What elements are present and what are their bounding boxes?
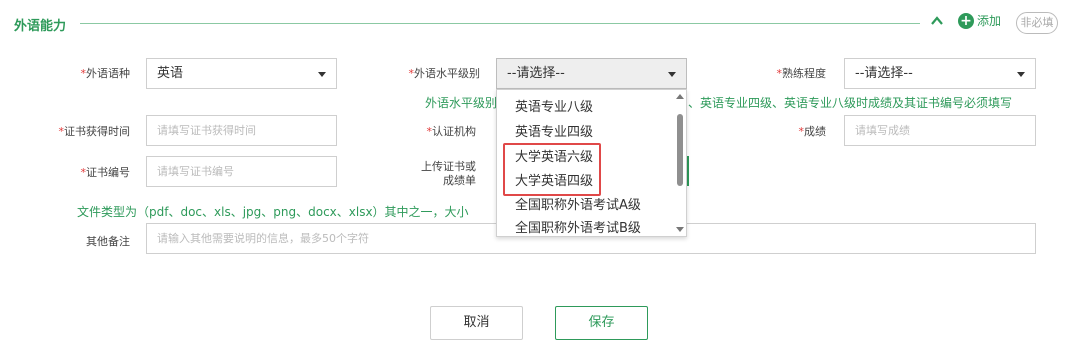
cert-time-input[interactable]: 请填写证书获得时间	[146, 115, 337, 146]
proficiency-select[interactable]: --请选择--	[844, 58, 1036, 89]
scroll-up-arrow-icon[interactable]	[676, 94, 684, 99]
chevron-down-icon	[318, 72, 326, 77]
dropdown-option[interactable]: 全国职称外语考试A级	[497, 194, 673, 218]
dropdown-option[interactable]: 大学英语四级	[497, 170, 673, 194]
chevron-down-icon	[668, 72, 676, 77]
level-dropdown-list[interactable]: 英语专业八级 英语专业四级 大学英语六级 大学英语四级 全国职称外语考试A级 全…	[496, 89, 687, 237]
dropdown-option[interactable]: 大学英语六级	[497, 146, 673, 170]
cancel-button[interactable]: 取消	[430, 306, 523, 340]
level-select-value: --请选择--	[507, 66, 565, 81]
section-title: 外语能力	[14, 19, 67, 34]
level-select[interactable]: --请选择--	[496, 58, 687, 89]
dropdown-option[interactable]: 全国职称外语考试B级	[497, 217, 673, 236]
optional-badge: 非必填	[1016, 12, 1058, 34]
save-button[interactable]: 保存	[555, 306, 648, 340]
language-select-value: 英语	[157, 66, 184, 81]
proficiency-label: *熟练程度	[776, 67, 827, 80]
remarks-label: 其他备注	[86, 235, 130, 248]
dropdown-option[interactable]: 英语专业八级	[497, 96, 673, 120]
level-hint-suffix: 、英语专业四级、英语专业八级时成绩及其证书编号必须填写	[688, 96, 1013, 110]
plus-circle-icon: +	[958, 12, 974, 29]
file-type-hint: 文件类型为（pdf、doc、xls、jpg、png、docx、xlsx）其中之一…	[77, 205, 469, 219]
level-label: *外语水平级别	[408, 67, 481, 80]
dropdown-scrollbar[interactable]	[676, 94, 684, 232]
language-label: *外语语种	[80, 67, 131, 80]
cert-no-label: *证书编号	[80, 166, 131, 179]
add-button[interactable]: + 添加	[958, 12, 1001, 29]
proficiency-select-value: --请选择--	[855, 66, 913, 81]
scroll-down-arrow-icon[interactable]	[676, 227, 684, 232]
level-hint-prefix: 外语水平级别	[425, 96, 498, 110]
collapse-chevron-up-icon[interactable]	[930, 14, 944, 28]
add-button-label: 添加	[977, 14, 1002, 28]
section-divider	[80, 23, 920, 24]
cert-org-label: *认证机构	[426, 125, 477, 138]
cert-time-label: *证书获得时间	[58, 125, 131, 138]
cert-no-input[interactable]: 请填写证书编号	[146, 156, 337, 187]
language-select[interactable]: 英语	[146, 58, 337, 89]
score-label: *成绩	[798, 125, 827, 138]
upload-label: 上传证书或 成绩单	[421, 160, 476, 187]
chevron-down-icon	[1017, 72, 1025, 77]
score-input[interactable]: 请填写成绩	[844, 115, 1036, 146]
dropdown-option[interactable]: 英语专业四级	[497, 121, 673, 145]
scrollbar-thumb[interactable]	[677, 114, 683, 186]
